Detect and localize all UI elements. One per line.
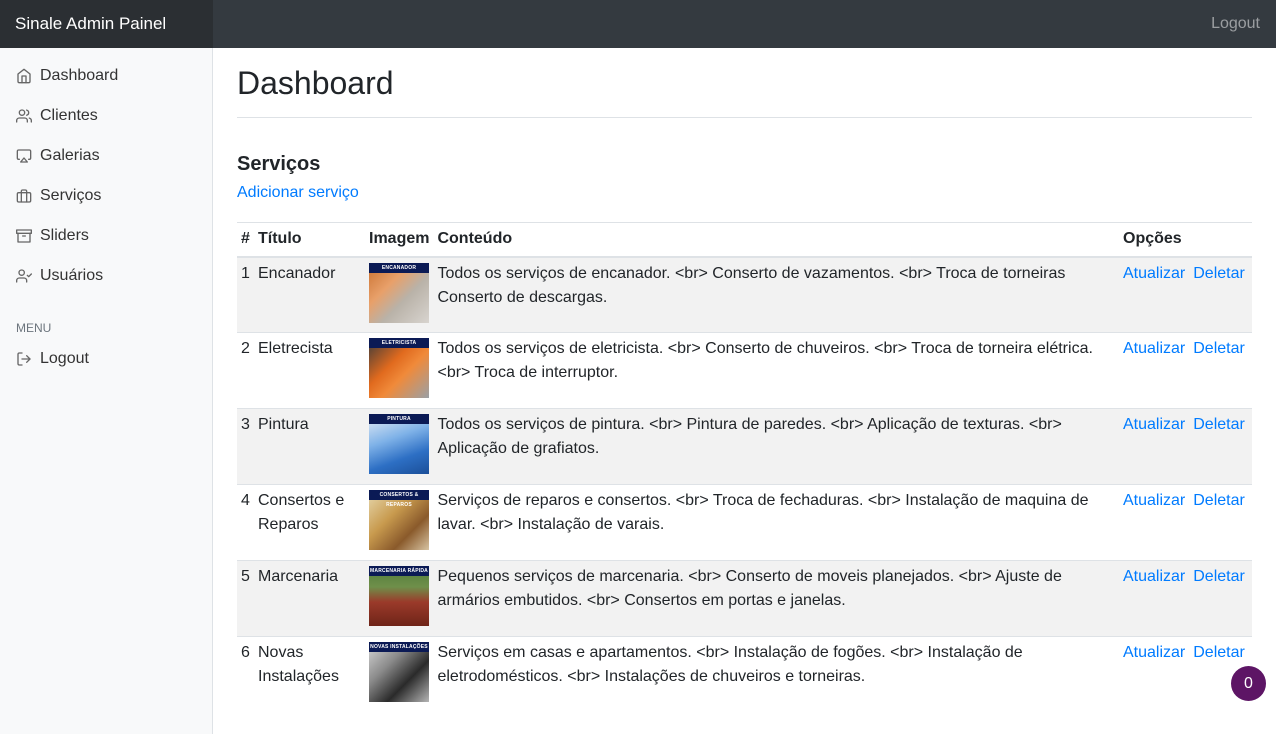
sidebar-item-label: Galerias — [40, 147, 100, 164]
notification-badge[interactable]: 0 — [1231, 666, 1266, 701]
row-num: 4 — [237, 484, 254, 561]
service-thumbnail: PINTURA — [369, 414, 429, 474]
row-content: Serviços de reparos e consertos. <br> Tr… — [433, 484, 1119, 561]
table-row: 1 Encanador ENCANADOR Todos os serviços … — [237, 256, 1252, 333]
row-title: Marcenaria — [254, 560, 365, 637]
main-content: Dashboard Serviços Adicionar serviço # T… — [237, 48, 1252, 713]
thumbnail-label: MARCENARIA RÁPIDA — [369, 566, 429, 576]
row-num: 2 — [237, 332, 254, 409]
home-icon — [17, 68, 31, 84]
col-header-num: # — [237, 222, 254, 258]
sidebar-item-galerias[interactable]: Galerias — [0, 136, 212, 176]
col-header-content: Conteúdo — [433, 222, 1119, 258]
sidebar-item-label: Clientes — [40, 107, 98, 124]
row-num: 3 — [237, 408, 254, 485]
log-out-icon — [17, 352, 31, 366]
col-header-options: Opções — [1119, 222, 1252, 258]
thumbnail-label: ELETRICISTA — [369, 338, 429, 348]
top-navbar: Sinale Admin Painel Logout — [0, 0, 1276, 48]
sidebar-item-label: Serviços — [40, 187, 102, 204]
row-num: 6 — [237, 636, 254, 713]
table-row: 2 Eletrecista ELETRICISTA Todos os servi… — [237, 332, 1252, 409]
sidebar-item-label: Usuários — [40, 267, 104, 284]
table-row: 4 Consertos e Reparos CONSERTOS & REPARO… — [237, 484, 1252, 561]
row-title: Consertos e Reparos — [254, 484, 365, 561]
thumbnail-label: NOVAS INSTALAÇÕES — [369, 642, 429, 652]
row-title: Pintura — [254, 408, 365, 485]
row-content: Pequenos serviços de marcenaria. <br> Co… — [433, 560, 1119, 637]
users-icon — [16, 109, 32, 123]
row-content: Todos os serviços de encanador. <br> Con… — [433, 256, 1119, 333]
row-title: Novas Instalações — [254, 636, 365, 713]
user-check-icon — [16, 269, 32, 283]
update-link[interactable]: Atualizar — [1123, 340, 1185, 357]
page-title: Dashboard — [237, 48, 1252, 118]
delete-link[interactable]: Deletar — [1193, 416, 1245, 433]
services-table: # Título Imagem Conteúdo Opções 1 Encana… — [237, 222, 1252, 713]
sidebar-item-clientes[interactable]: Clientes — [0, 96, 212, 136]
col-header-image: Imagem — [365, 222, 434, 258]
delete-link[interactable]: Deletar — [1193, 265, 1245, 282]
update-link[interactable]: Atualizar — [1123, 644, 1185, 661]
airplay-icon — [16, 149, 32, 163]
row-content: Serviços em casas e apartamentos. <br> I… — [433, 636, 1119, 713]
sidebar-item-logout[interactable]: Logout — [0, 339, 212, 379]
update-link[interactable]: Atualizar — [1123, 265, 1185, 282]
update-link[interactable]: Atualizar — [1123, 492, 1185, 509]
sidebar: Dashboard Clientes Galerias Serviços Sli… — [0, 48, 213, 734]
add-service-link[interactable]: Adicionar serviço — [237, 183, 359, 203]
sidebar-item-label: Logout — [40, 350, 89, 367]
briefcase-icon — [16, 189, 32, 203]
table-header-row: # Título Imagem Conteúdo Opções — [237, 222, 1252, 258]
row-content: Todos os serviços de eletricista. <br> C… — [433, 332, 1119, 409]
table-row: 6 Novas Instalações NOVAS INSTALAÇÕES Se… — [237, 636, 1252, 713]
sidebar-item-dashboard[interactable]: Dashboard — [0, 56, 212, 96]
update-link[interactable]: Atualizar — [1123, 568, 1185, 585]
service-thumbnail: ENCANADOR — [369, 262, 429, 323]
top-logout-link[interactable]: Logout — [1211, 0, 1260, 48]
sidebar-item-label: Dashboard — [40, 67, 119, 84]
sidebar-item-usuarios[interactable]: Usuários — [0, 256, 212, 296]
delete-link[interactable]: Deletar — [1193, 568, 1245, 585]
sidebar-item-sliders[interactable]: Sliders — [0, 216, 212, 256]
thumbnail-label: PINTURA — [369, 414, 429, 424]
delete-link[interactable]: Deletar — [1193, 492, 1245, 509]
row-num: 1 — [237, 256, 254, 333]
sidebar-heading-menu: MENU — [16, 321, 52, 335]
row-title: Encanador — [254, 256, 365, 333]
service-thumbnail: NOVAS INSTALAÇÕES — [369, 642, 429, 702]
col-header-title: Título — [254, 222, 365, 258]
service-thumbnail: ELETRICISTA — [369, 338, 429, 398]
archive-icon — [16, 229, 32, 243]
delete-link[interactable]: Deletar — [1193, 340, 1245, 357]
section-title: Serviços — [237, 153, 321, 175]
delete-link[interactable]: Deletar — [1193, 644, 1245, 661]
sidebar-item-servicos[interactable]: Serviços — [0, 176, 212, 216]
brand-title[interactable]: Sinale Admin Painel — [0, 0, 213, 48]
row-content: Todos os serviços de pintura. <br> Pintu… — [433, 408, 1119, 485]
update-link[interactable]: Atualizar — [1123, 416, 1185, 433]
thumbnail-label: ENCANADOR — [369, 262, 429, 273]
sidebar-item-label: Sliders — [40, 227, 89, 244]
table-row: 3 Pintura PINTURA Todos os serviços de p… — [237, 408, 1252, 485]
service-thumbnail: MARCENARIA RÁPIDA — [369, 566, 429, 626]
table-row: 5 Marcenaria MARCENARIA RÁPIDA Pequenos … — [237, 560, 1252, 637]
row-num: 5 — [237, 560, 254, 637]
service-thumbnail: CONSERTOS & REPAROS — [369, 490, 429, 550]
thumbnail-label: CONSERTOS & REPAROS — [369, 490, 429, 508]
row-title: Eletrecista — [254, 332, 365, 409]
